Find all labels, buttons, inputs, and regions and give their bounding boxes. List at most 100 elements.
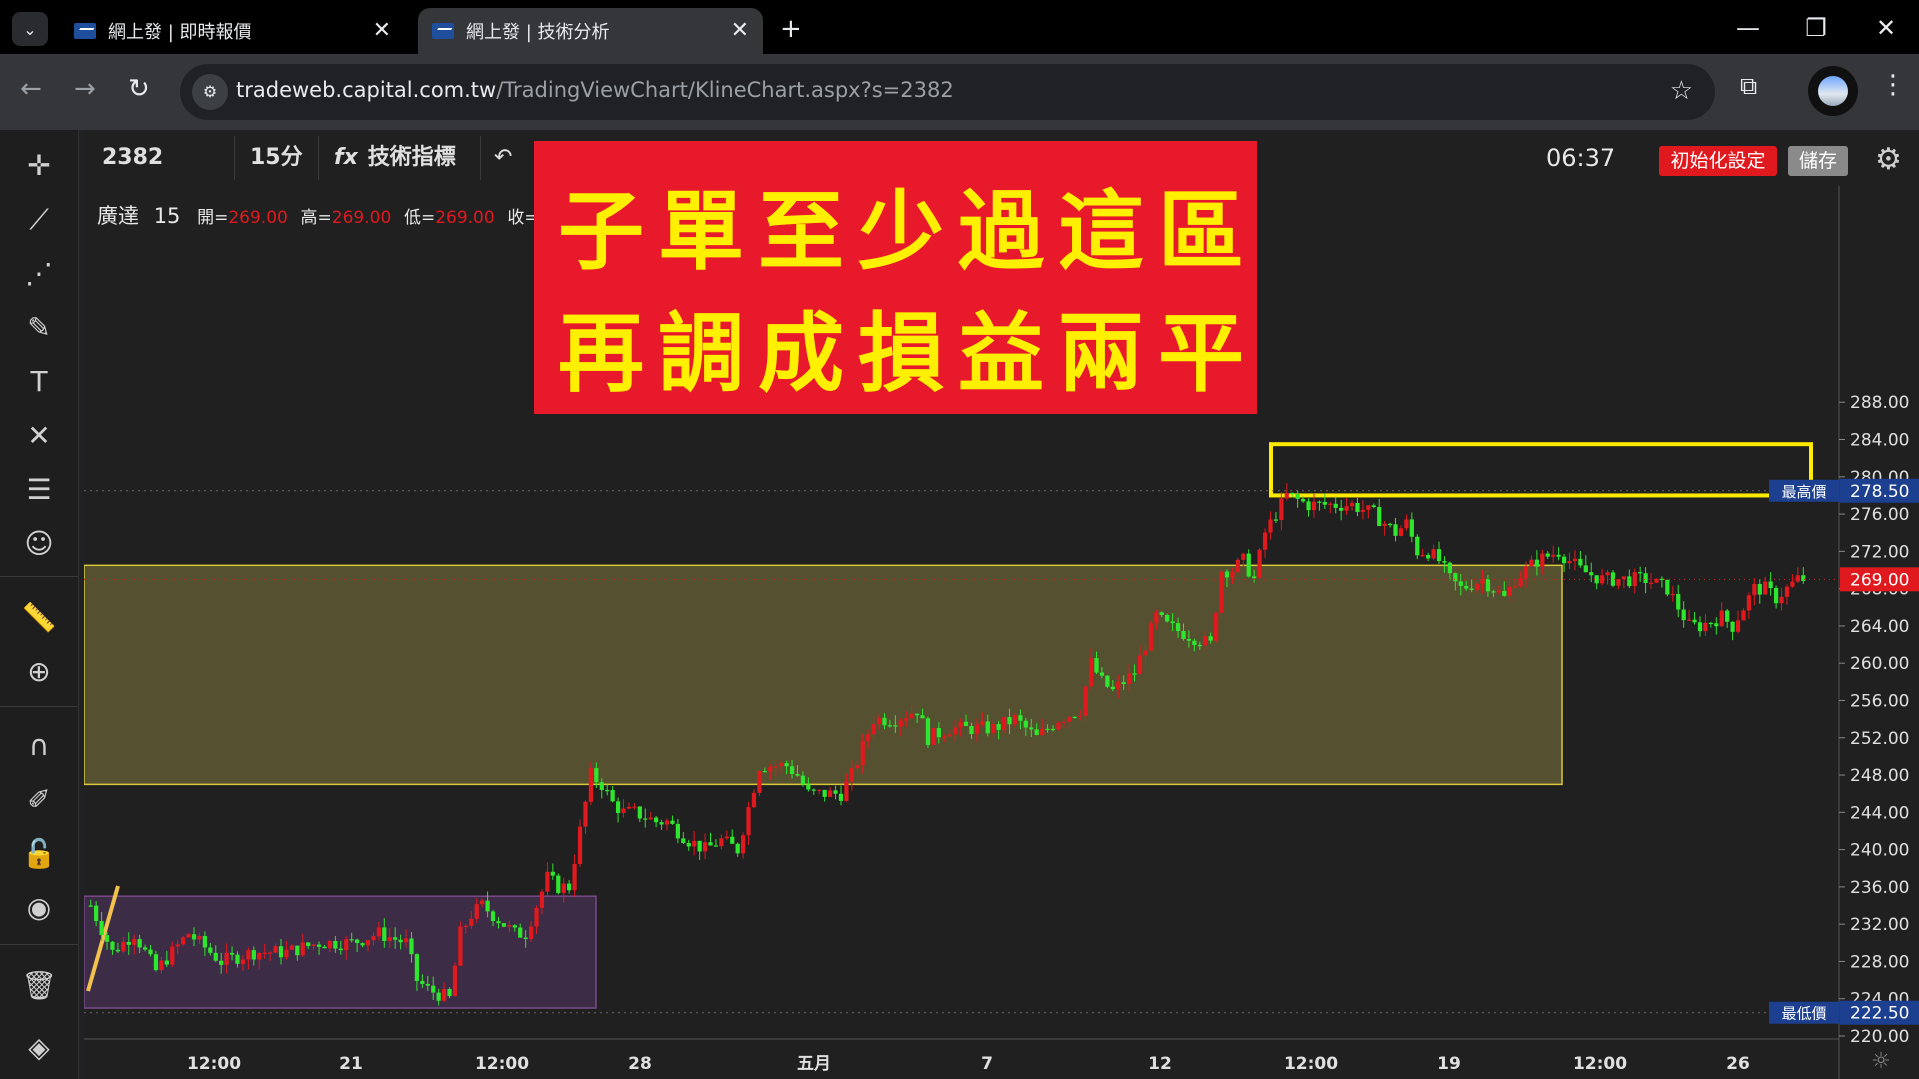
layers-icon[interactable]: ◈	[16, 1028, 62, 1068]
candle-body	[1001, 717, 1007, 730]
candle-body	[414, 954, 420, 981]
candle-body	[844, 781, 849, 801]
candle-body	[1703, 622, 1708, 632]
candle-body	[741, 835, 746, 854]
candle-body	[893, 725, 898, 727]
new-tab-icon[interactable]: +	[780, 14, 802, 44]
candle-body	[1480, 579, 1485, 584]
candle-body	[1143, 650, 1148, 656]
browser-menu-icon[interactable]: ⋮	[1880, 70, 1906, 100]
hide-drawings-icon[interactable]: ◉	[16, 888, 62, 928]
y-tick-label: 288.00	[1850, 393, 1909, 413]
browser-tab-technical[interactable]: 網上發 | 技術分析 ✕	[418, 8, 763, 54]
trash-icon[interactable]: 🗑	[16, 966, 62, 1006]
y-tick-label: 244.00	[1850, 803, 1909, 823]
brush-icon[interactable]: ✎	[16, 308, 62, 348]
candle-body	[768, 767, 773, 772]
candle-body	[1371, 505, 1376, 508]
candle-body	[1741, 610, 1746, 621]
reload-icon[interactable]: ↻	[128, 74, 150, 104]
candle-body	[1763, 581, 1768, 595]
site-settings-icon[interactable]: ⚙	[192, 74, 228, 110]
candle-body	[458, 926, 463, 966]
indicators-button[interactable]: fx 技術指標	[334, 130, 456, 186]
undo-icon[interactable]: ↶	[494, 130, 512, 186]
candle-body	[817, 789, 822, 792]
time-axis-settings-icon[interactable]: ☼	[1871, 1049, 1891, 1074]
candle-body	[942, 736, 947, 738]
candle-body	[338, 948, 343, 951]
tab-search-button[interactable]: ⌄	[12, 12, 48, 46]
interval-select[interactable]: 15分	[250, 130, 303, 186]
candle-body	[1127, 673, 1132, 685]
candle-body	[322, 946, 327, 949]
candle-body	[708, 842, 713, 846]
candle-body	[1241, 553, 1246, 560]
candle-body	[425, 983, 430, 986]
candle-body	[1159, 612, 1164, 616]
bookmark-star-icon[interactable]: ☆	[1670, 76, 1693, 106]
magnet-icon[interactable]: ∩	[16, 726, 62, 766]
candle-body	[654, 817, 659, 823]
unlock-icon[interactable]: 🔓	[16, 834, 62, 874]
trend-line-icon[interactable]: ⟋	[16, 200, 62, 240]
candle-body	[1502, 590, 1507, 596]
candle-body	[1594, 575, 1599, 584]
candle-body	[246, 950, 251, 960]
ruler-icon[interactable]: 📏	[16, 598, 62, 638]
candle-body	[208, 947, 213, 953]
zoom-in-icon[interactable]: ⊕	[16, 652, 62, 692]
candle-body	[1431, 549, 1436, 559]
restore-icon[interactable]: ❐	[1786, 8, 1846, 48]
candle-body	[1061, 721, 1067, 723]
crosshair-icon[interactable]: ✛	[16, 146, 62, 186]
candle-body	[94, 905, 99, 921]
x-tick-label: 12:00	[1573, 1054, 1627, 1074]
candle-body	[610, 790, 615, 802]
legend-open: 269.00	[228, 208, 288, 228]
profile-avatar[interactable]	[1808, 66, 1858, 116]
candle-body	[751, 792, 757, 808]
prediction-tool-icon[interactable]: ☰	[16, 470, 62, 510]
chart-settings-icon[interactable]: ⚙	[1875, 142, 1902, 177]
close-window-icon[interactable]: ✕	[1856, 8, 1916, 48]
candle-body	[202, 936, 208, 948]
back-icon[interactable]: ←	[20, 74, 42, 104]
pattern-tool-icon[interactable]: ✕	[16, 416, 62, 456]
candle-body	[333, 940, 338, 949]
tab-title: 網上發 | 即時報價	[108, 22, 252, 43]
candle-body	[436, 992, 441, 1001]
y-tick-label: 260.00	[1850, 654, 1909, 674]
symbol-search[interactable]: 2382	[102, 130, 163, 186]
text-tool-icon[interactable]: T	[16, 362, 62, 402]
candle-body	[991, 724, 996, 734]
url-text[interactable]: tradeweb.capital.com.tw/TradingViewChart…	[236, 78, 954, 102]
y-tick-label: 284.00	[1850, 431, 1909, 451]
address-bar[interactable]: ⚙ tradeweb.capital.com.tw/TradingViewCha…	[180, 64, 1715, 120]
candle-body	[806, 784, 811, 790]
candle-body	[702, 842, 708, 852]
close-tab-icon[interactable]: ✕	[373, 18, 391, 43]
close-tab-icon[interactable]: ✕	[731, 18, 749, 43]
candle-body	[224, 952, 229, 965]
minimize-icon[interactable]: —	[1718, 8, 1778, 48]
candle-body	[99, 920, 104, 936]
browser-tab-quotes[interactable]: 網上發 | 即時報價 ✕	[60, 8, 405, 54]
candle-body	[561, 883, 566, 894]
extensions-icon[interactable]: ⧉	[1740, 72, 1757, 100]
candle-body	[1513, 586, 1518, 588]
y-tick-label: 232.00	[1850, 915, 1909, 935]
save-button[interactable]: 儲存	[1788, 146, 1848, 176]
candle-body	[501, 923, 507, 927]
candle-body	[556, 875, 561, 894]
emoji-icon[interactable]: ☺	[16, 524, 62, 564]
low-price-tag-label: 最低價	[1781, 1005, 1826, 1023]
y-tick-label: 228.00	[1850, 952, 1909, 972]
fib-tool-icon[interactable]: ⋰	[16, 254, 62, 294]
reset-settings-button[interactable]: 初始化設定	[1659, 146, 1777, 176]
forward-icon[interactable]: →	[74, 74, 96, 104]
stay-in-drawing-icon[interactable]: ✐	[16, 780, 62, 820]
candle-body	[1648, 582, 1654, 584]
candle-body	[382, 927, 387, 942]
candle-body	[1224, 571, 1230, 578]
